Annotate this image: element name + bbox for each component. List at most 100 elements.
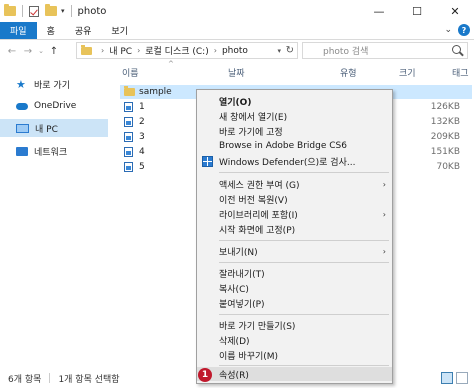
breadcrumb-this-pc[interactable]: 내 PC bbox=[109, 44, 132, 57]
sort-caret-icon: ^ bbox=[168, 60, 174, 68]
up-arrow-icon[interactable]: ↑ bbox=[46, 46, 62, 57]
file-name: 2 bbox=[139, 117, 145, 127]
divider bbox=[70, 5, 72, 17]
minimize-button[interactable]: — bbox=[360, 0, 398, 22]
chevron-right-icon[interactable]: › bbox=[214, 46, 217, 55]
divider bbox=[219, 262, 389, 263]
star-icon: ★ bbox=[16, 77, 26, 91]
menu-item-include-library[interactable]: 라이브러리에 포함(I) › bbox=[197, 207, 392, 221]
sidebar-item-quick-access[interactable]: ★ 바로 가기 bbox=[0, 75, 108, 93]
chevron-right-icon: › bbox=[382, 179, 386, 189]
divider bbox=[219, 240, 389, 241]
tab-home[interactable]: 홈 bbox=[37, 22, 65, 39]
divider bbox=[219, 365, 389, 366]
folder-icon bbox=[124, 86, 135, 96]
folder-icon bbox=[4, 4, 16, 16]
column-header-name[interactable]: 이름 bbox=[122, 66, 139, 80]
sidebar-item-label: OneDrive bbox=[34, 101, 77, 111]
column-header-tags[interactable]: 태그 bbox=[452, 66, 469, 80]
file-size: 132KB bbox=[430, 117, 460, 127]
computer-icon bbox=[16, 123, 29, 133]
menu-item-delete[interactable]: 삭제(D) bbox=[197, 333, 392, 347]
menu-item-label: 보내기(N) bbox=[219, 247, 258, 258]
menu-item-paste[interactable]: 붙여넣기(P) bbox=[197, 296, 392, 310]
title-bar: ▾ photo — ☐ ✕ bbox=[0, 0, 474, 22]
menu-item-give-access[interactable]: 액세스 권한 부여 (G) › bbox=[197, 177, 392, 191]
file-size: 126KB bbox=[430, 102, 460, 112]
chevron-right-icon[interactable]: › bbox=[137, 46, 140, 55]
help-icon[interactable]: ? bbox=[458, 24, 470, 36]
sidebar-item-this-pc[interactable]: 내 PC bbox=[0, 119, 108, 137]
customize-quick-access-icon[interactable]: ▾ bbox=[61, 7, 65, 15]
window-title: photo bbox=[77, 5, 107, 17]
menu-item-pin-start[interactable]: 시작 화면에 고정(P) bbox=[197, 222, 392, 236]
maximize-button[interactable]: ☐ bbox=[398, 0, 436, 22]
cloud-icon bbox=[16, 102, 28, 110]
address-bar[interactable]: › 내 PC › 로컬 디스크 (C:) › photo ▾ ↻ bbox=[76, 42, 298, 59]
sidebar-item-label: 바로 가기 bbox=[34, 80, 70, 91]
sidebar-item-label: 내 PC bbox=[35, 124, 58, 135]
tab-view[interactable]: 보기 bbox=[101, 22, 138, 39]
chevron-right-icon: › bbox=[101, 46, 105, 55]
windows-defender-icon bbox=[202, 156, 213, 167]
context-menu: 열기(O) 새 창에서 열기(E) 바로 가기에 고정 Browse in Ad… bbox=[196, 89, 393, 384]
image-file-icon bbox=[124, 147, 133, 157]
back-arrow-icon[interactable]: ← bbox=[4, 46, 20, 57]
breadcrumb-photo[interactable]: photo bbox=[222, 46, 248, 56]
properties-quick-access-icon[interactable] bbox=[29, 5, 39, 17]
menu-item-open-new-window[interactable]: 새 창에서 열기(E) bbox=[197, 109, 392, 123]
menu-item-defender-scan[interactable]: Windows Defender(으)로 검사... bbox=[197, 154, 392, 168]
menu-item-browse-bridge[interactable]: Browse in Adobe Bridge CS6 bbox=[197, 139, 392, 153]
column-header-size[interactable]: 크기 bbox=[399, 66, 416, 80]
sidebar-item-onedrive[interactable]: OneDrive bbox=[0, 97, 108, 115]
chevron-right-icon: › bbox=[382, 246, 386, 256]
divider bbox=[22, 5, 23, 17]
search-placeholder: photo 검색 bbox=[323, 47, 369, 57]
new-folder-quick-access-icon[interactable] bbox=[45, 4, 57, 16]
menu-item-cut[interactable]: 잘라내기(T) bbox=[197, 266, 392, 280]
navigation-bar: ← → ⌄ ↑ › 내 PC › 로컬 디스크 (C:) › photo ▾ ↻… bbox=[0, 40, 474, 62]
divider bbox=[219, 172, 389, 173]
file-size: 151KB bbox=[430, 147, 460, 157]
recent-locations-icon[interactable]: ⌄ bbox=[36, 47, 46, 55]
file-name: 3 bbox=[139, 132, 145, 142]
file-size: 209KB bbox=[430, 132, 460, 142]
sidebar-item-label: 네트워크 bbox=[34, 147, 68, 158]
close-button[interactable]: ✕ bbox=[436, 0, 474, 22]
sidebar-item-network[interactable]: 네트워크 bbox=[0, 142, 108, 160]
tab-file[interactable]: 파일 bbox=[0, 22, 37, 39]
menu-item-restore-previous[interactable]: 이전 버전 복원(V) bbox=[197, 192, 392, 206]
network-icon bbox=[16, 146, 28, 156]
tab-share[interactable]: 공유 bbox=[65, 22, 102, 39]
menu-item-create-shortcut[interactable]: 바로 가기 만들기(S) bbox=[197, 318, 392, 332]
menu-item-label: Windows Defender(으)로 검사... bbox=[219, 157, 356, 168]
file-size: 70KB bbox=[436, 162, 460, 172]
divider bbox=[219, 314, 389, 315]
breadcrumb-local-disk[interactable]: 로컬 디스크 (C:) bbox=[145, 44, 208, 57]
column-header-date[interactable]: 날짜 bbox=[228, 66, 245, 80]
chevron-down-icon[interactable]: ▾ bbox=[277, 47, 281, 55]
refresh-icon[interactable]: ↻ bbox=[286, 45, 294, 56]
column-header-type[interactable]: 유형 bbox=[340, 66, 357, 80]
chevron-right-icon: › bbox=[382, 209, 386, 219]
menu-item-send-to[interactable]: 보내기(N) › bbox=[197, 244, 392, 258]
menu-item-rename[interactable]: 이름 바꾸기(M) bbox=[197, 348, 392, 362]
large-icons-view-icon[interactable] bbox=[456, 372, 468, 384]
folder-icon bbox=[81, 44, 92, 55]
image-file-icon bbox=[124, 102, 133, 112]
file-name: sample bbox=[139, 87, 172, 97]
menu-item-label: 라이브러리에 포함(I) bbox=[219, 210, 298, 221]
file-name: 5 bbox=[139, 162, 145, 172]
status-item-selected: 1개 항목 선택함 bbox=[58, 374, 120, 385]
forward-arrow-icon[interactable]: → bbox=[20, 46, 36, 57]
menu-item-copy[interactable]: 복사(C) bbox=[197, 281, 392, 295]
menu-item-open[interactable]: 열기(O) bbox=[197, 94, 392, 108]
menu-item-pin-quick-access[interactable]: 바로 가기에 고정 bbox=[197, 124, 392, 138]
divider bbox=[49, 373, 51, 383]
status-item-count: 6개 항목 bbox=[8, 374, 42, 385]
search-input[interactable]: photo 검색 bbox=[302, 42, 468, 59]
expand-ribbon-icon[interactable]: ⌄ bbox=[444, 25, 452, 35]
ribbon-tabs: 파일 홈 공유 보기 ⌄ ? bbox=[0, 22, 474, 40]
details-view-icon[interactable] bbox=[441, 372, 453, 384]
window-controls: — ☐ ✕ bbox=[360, 0, 474, 22]
